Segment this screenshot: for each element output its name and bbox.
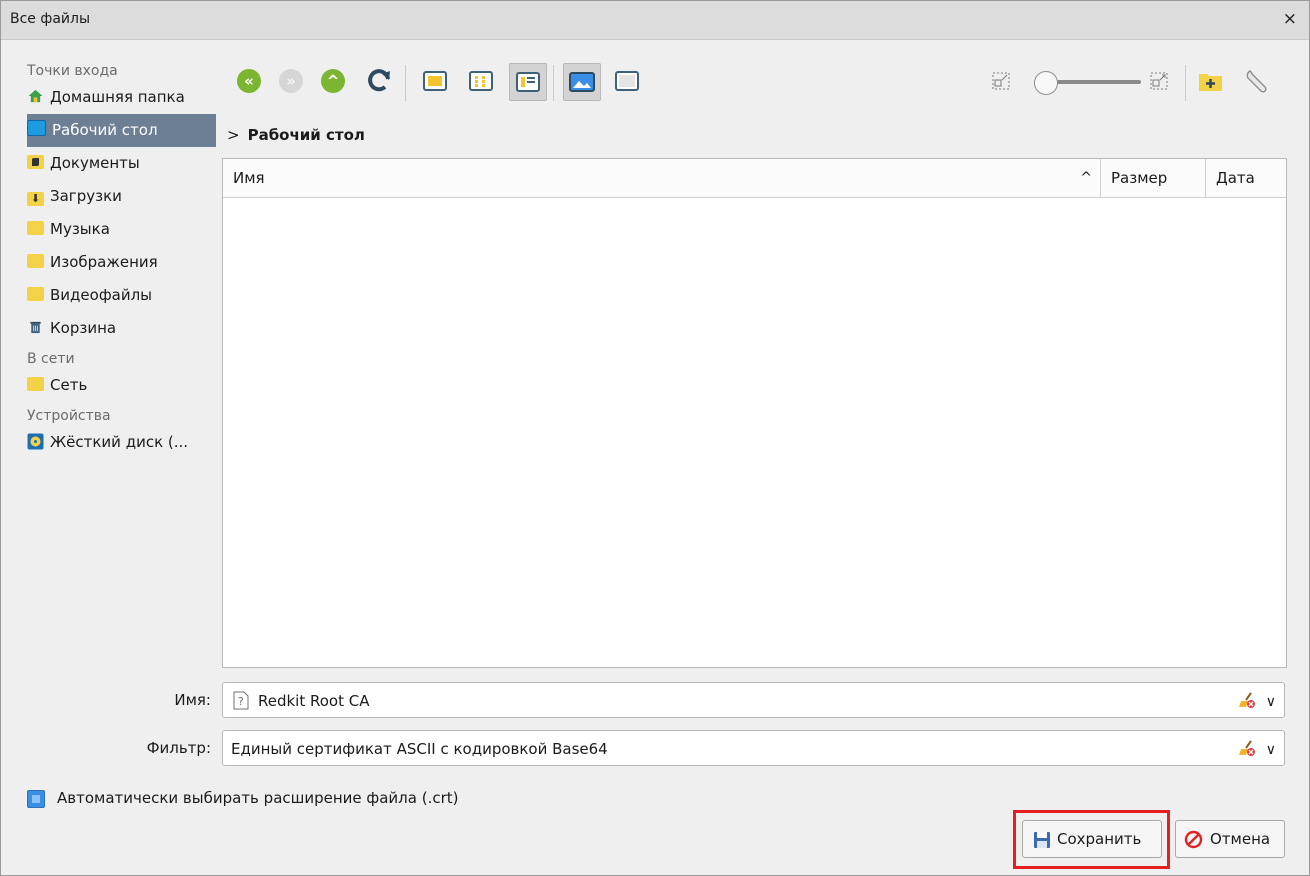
sidebar-item-network[interactable]: Сеть [27,369,217,402]
toolbar-separator [553,65,554,101]
auto-extension-label[interactable]: Автоматически выбирать расширение файла … [57,789,458,807]
cancel-button[interactable]: Отмена [1175,820,1285,858]
title-bar: Все файлы × [1,1,1309,40]
desktop-icon [27,120,46,136]
sidebar-item-pictures[interactable]: Изображения [27,246,217,279]
column-header-size[interactable]: Размер [1101,159,1206,197]
chevron-down-icon[interactable]: ∨ [1266,742,1276,758]
auto-extension-checkbox[interactable] [27,790,45,808]
filter-select[interactable]: Единый сертификат ASCII с кодировкой Bas… [222,730,1285,766]
save-file-dialog: Все файлы × Точки входа Домашняя папка Р… [0,0,1310,876]
sidebar-item-label: Загрузки [50,187,122,205]
sidebar-item-label: Корзина [50,319,117,337]
sidebar-item-label: Домашняя папка [50,88,185,106]
toolbar-separator [1185,65,1186,101]
clear-text-icon[interactable] [1238,692,1256,708]
preview-button[interactable] [563,63,601,101]
zoom-slider-handle[interactable] [1034,71,1058,95]
settings-icon[interactable] [1241,65,1273,97]
zoom-in-icon[interactable] [1143,65,1175,97]
column-label: Дата [1216,169,1255,187]
trash-icon [30,321,41,334]
folder-icon [27,221,44,235]
column-header-name[interactable]: Имя ^ [223,159,1101,197]
toolbar-separator [405,65,406,101]
sidebar-item-label: Видеофайлы [50,286,153,304]
file-name-value: Redkit Root CA [258,692,370,710]
sidebar-item-desktop[interactable]: Рабочий стол [27,114,216,147]
sidebar-item-hard-disk[interactable]: Жёсткий диск (... [27,426,217,459]
chevron-down-icon[interactable]: ∨ [1266,694,1276,710]
forward-icon[interactable]: » [279,69,303,93]
column-label: Размер [1111,169,1168,187]
file-list[interactable]: Имя ^ Размер Дата [222,158,1287,668]
icon-view-icon[interactable] [419,65,451,97]
hard-disk-icon [27,433,44,450]
sidebar-section-devices: Устройства [27,408,111,424]
panel-icon[interactable] [611,65,643,97]
toolbar: « » ^ [227,63,1299,109]
cancel-icon [1184,830,1203,849]
chevron-right-icon[interactable]: > [227,126,240,144]
unknown-file-icon: ? [233,691,249,710]
breadcrumb: > Рабочий стол [227,126,365,144]
cancel-button-label: Отмена [1210,830,1271,848]
window-title: Все файлы [10,11,91,27]
sidebar-item-label: Изображения [50,253,158,271]
sidebar-section-places: Точки входа [27,63,118,79]
downloads-folder-icon: ⬇ [27,192,44,206]
filter-value: Единый сертификат ASCII с кодировкой Bas… [231,740,608,758]
zoom-out-icon[interactable] [985,65,1017,97]
folder-icon [27,254,44,268]
folder-icon [27,377,44,391]
field-actions: ∨ [1238,692,1276,710]
save-button-highlight [1013,810,1170,869]
field-actions: ∨ [1238,740,1276,758]
sidebar-item-documents[interactable]: Документы [27,147,217,180]
file-list-header: Имя ^ Размер Дата [223,159,1286,198]
places-sidebar: Точки входа Домашняя папка Рабочий стол … [27,61,217,459]
file-name-field[interactable]: ? Redkit Root CA ∨ [222,682,1285,718]
svg-text:?: ? [238,695,244,708]
sidebar-item-label: Музыка [50,220,110,238]
sidebar-item-home[interactable]: Домашняя папка [27,81,217,114]
sidebar-item-downloads[interactable]: ⬇ Загрузки [27,180,217,213]
folder-icon [27,287,44,301]
close-icon[interactable]: × [1283,9,1297,29]
column-header-date[interactable]: Дата [1206,159,1286,197]
preview-icon [569,72,595,92]
sidebar-item-videos[interactable]: Видеофайлы [27,279,217,312]
column-label: Имя [233,169,265,187]
new-folder-icon[interactable] [1195,65,1227,97]
sidebar-item-trash[interactable]: Корзина [27,312,217,345]
reload-icon[interactable] [363,65,395,97]
sidebar-item-music[interactable]: Музыка [27,213,217,246]
sidebar-item-label: Документы [50,154,140,172]
sidebar-item-label: Жёсткий диск (... [50,433,189,451]
home-icon [28,89,43,103]
sidebar-item-label: Сеть [50,376,88,394]
file-name-label: Имя: [174,691,211,709]
detailed-view-button[interactable] [509,63,547,101]
detailed-view-icon [516,72,540,92]
compact-view-icon[interactable] [465,65,497,97]
documents-folder-icon [27,155,44,169]
back-icon[interactable]: « [237,69,261,93]
sidebar-section-network: В сети [27,351,75,367]
sort-ascending-icon: ^ [1080,170,1092,186]
breadcrumb-current[interactable]: Рабочий стол [248,126,365,144]
sidebar-item-label: Рабочий стол [52,121,158,139]
filter-label: Фильтр: [146,739,211,757]
up-icon[interactable]: ^ [321,69,345,93]
clear-text-icon[interactable] [1238,740,1256,756]
